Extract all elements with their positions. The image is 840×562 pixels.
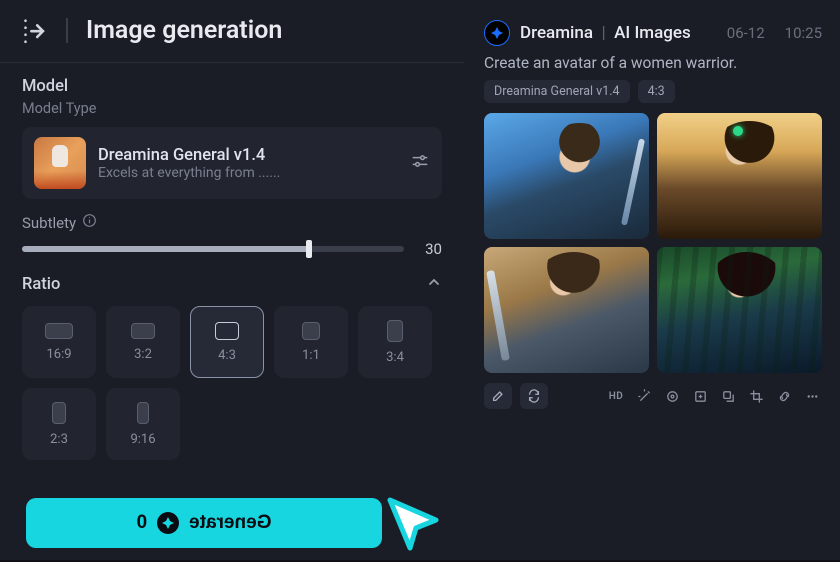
generate-button[interactable]: Generate 0 xyxy=(26,498,382,548)
generated-image[interactable] xyxy=(657,247,822,373)
ratio-label: 2:3 xyxy=(50,432,68,447)
ratio-shape-icon xyxy=(302,322,320,340)
generated-image[interactable] xyxy=(484,113,649,239)
credit-icon xyxy=(157,512,179,534)
meta-tag: 4:3 xyxy=(638,80,675,103)
slider-thumb[interactable] xyxy=(306,240,312,258)
model-thumbnail xyxy=(34,137,86,189)
generated-image[interactable] xyxy=(657,113,822,239)
cursor-pointer-icon xyxy=(378,488,448,558)
page-title: Image generation xyxy=(66,18,282,43)
magic-wand-icon[interactable] xyxy=(634,386,654,406)
ratio-option-3-4[interactable]: 3:4 xyxy=(358,306,432,378)
generate-label: Generate xyxy=(189,512,271,534)
panel-toggle-icon[interactable] xyxy=(22,16,50,44)
results-panel: Dreamina | AI Images 06-12 10:25 Create … xyxy=(464,0,840,560)
ratio-section-toggle[interactable]: Ratio xyxy=(22,274,442,294)
model-selector[interactable]: Dreamina General v1.4 Excels at everythi… xyxy=(22,127,442,199)
ratio-label: 3:2 xyxy=(134,347,152,362)
ratio-label: 9:16 xyxy=(130,432,155,447)
ratio-title: Ratio xyxy=(22,275,60,294)
ratio-shape-icon xyxy=(131,323,155,339)
ratio-shape-icon xyxy=(215,322,239,340)
crop-icon[interactable] xyxy=(746,386,766,406)
prompt-text: Create an avatar of a women warrior. xyxy=(484,54,822,72)
ratio-option-9-16[interactable]: 9:16 xyxy=(106,388,180,460)
model-section-label: Model xyxy=(22,77,442,96)
subtlety-slider[interactable]: 30 xyxy=(22,240,442,258)
model-description: Excels at everything from ...... xyxy=(98,165,398,181)
sliders-icon[interactable] xyxy=(410,151,430,175)
ratio-option-16-9[interactable]: 16:9 xyxy=(22,306,96,378)
ratio-option-3-2[interactable]: 3:2 xyxy=(106,306,180,378)
ratio-shape-icon xyxy=(52,402,66,424)
header: Image generation xyxy=(0,0,464,63)
hd-icon[interactable]: HD xyxy=(606,386,626,406)
generate-cost: 0 xyxy=(137,512,148,534)
ratio-option-1-1[interactable]: 1:1 xyxy=(274,306,348,378)
ratio-option-4-3[interactable]: 4:3 xyxy=(190,306,264,378)
retouch-icon[interactable] xyxy=(662,386,682,406)
info-icon[interactable] xyxy=(82,213,97,232)
ratio-shape-icon xyxy=(137,402,149,424)
expand-icon[interactable] xyxy=(690,386,710,406)
ratio-label: 1:1 xyxy=(302,348,320,363)
generation-time: 10:25 xyxy=(785,24,822,42)
model-type-label: Model Type xyxy=(22,100,442,117)
settings-panel: Image generation Model Model Type Dreami… xyxy=(0,0,464,560)
brand-logo-icon xyxy=(484,20,510,46)
meta-tag: Dreamina General v1.4 xyxy=(484,80,630,103)
link-icon[interactable] xyxy=(774,386,794,406)
edit-icon[interactable] xyxy=(484,383,512,409)
brand-name: Dreamina | AI Images xyxy=(520,23,691,43)
ratio-label: 4:3 xyxy=(218,348,236,363)
generated-image[interactable] xyxy=(484,247,649,373)
ratio-label: 3:4 xyxy=(386,350,404,365)
chevron-up-icon xyxy=(426,274,442,294)
more-icon[interactable] xyxy=(802,386,822,406)
ratio-label: 16:9 xyxy=(46,347,71,362)
ratio-shape-icon xyxy=(45,323,73,339)
subtlety-label: Subtlety xyxy=(22,214,76,232)
ratio-option-2-3[interactable]: 2:3 xyxy=(22,388,96,460)
generation-date: 06-12 xyxy=(727,24,765,42)
layers-icon[interactable] xyxy=(718,386,738,406)
subtlety-value: 30 xyxy=(418,240,442,258)
model-name: Dreamina General v1.4 xyxy=(98,146,398,165)
ratio-shape-icon xyxy=(387,320,403,342)
regenerate-icon[interactable] xyxy=(520,383,548,409)
